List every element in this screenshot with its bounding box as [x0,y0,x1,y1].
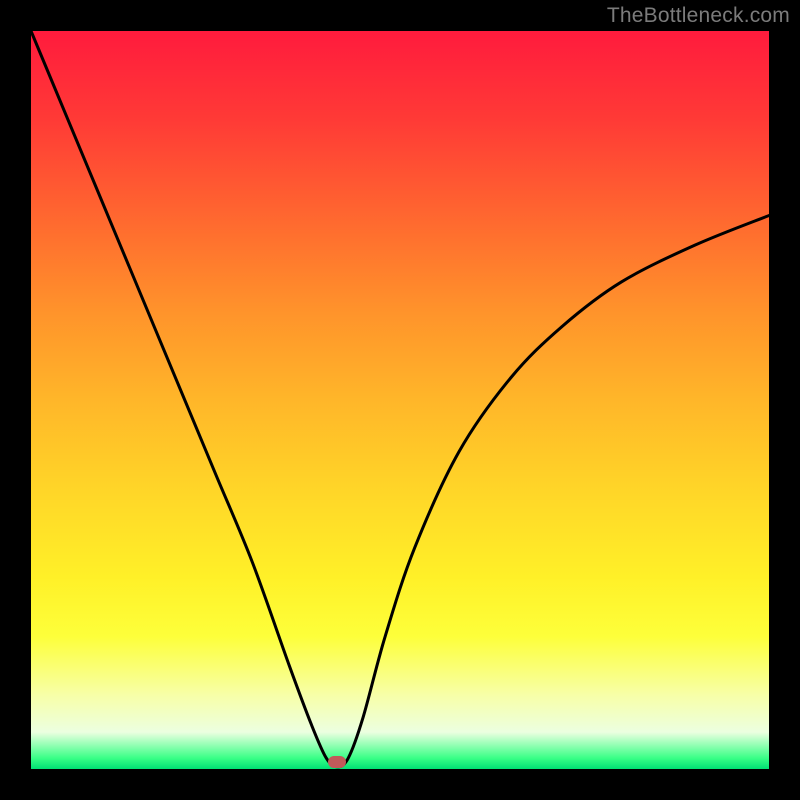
optimal-point-marker [328,756,346,768]
chart-frame: TheBottleneck.com [0,0,800,800]
watermark-text: TheBottleneck.com [607,4,790,28]
bottleneck-curve [31,31,769,769]
